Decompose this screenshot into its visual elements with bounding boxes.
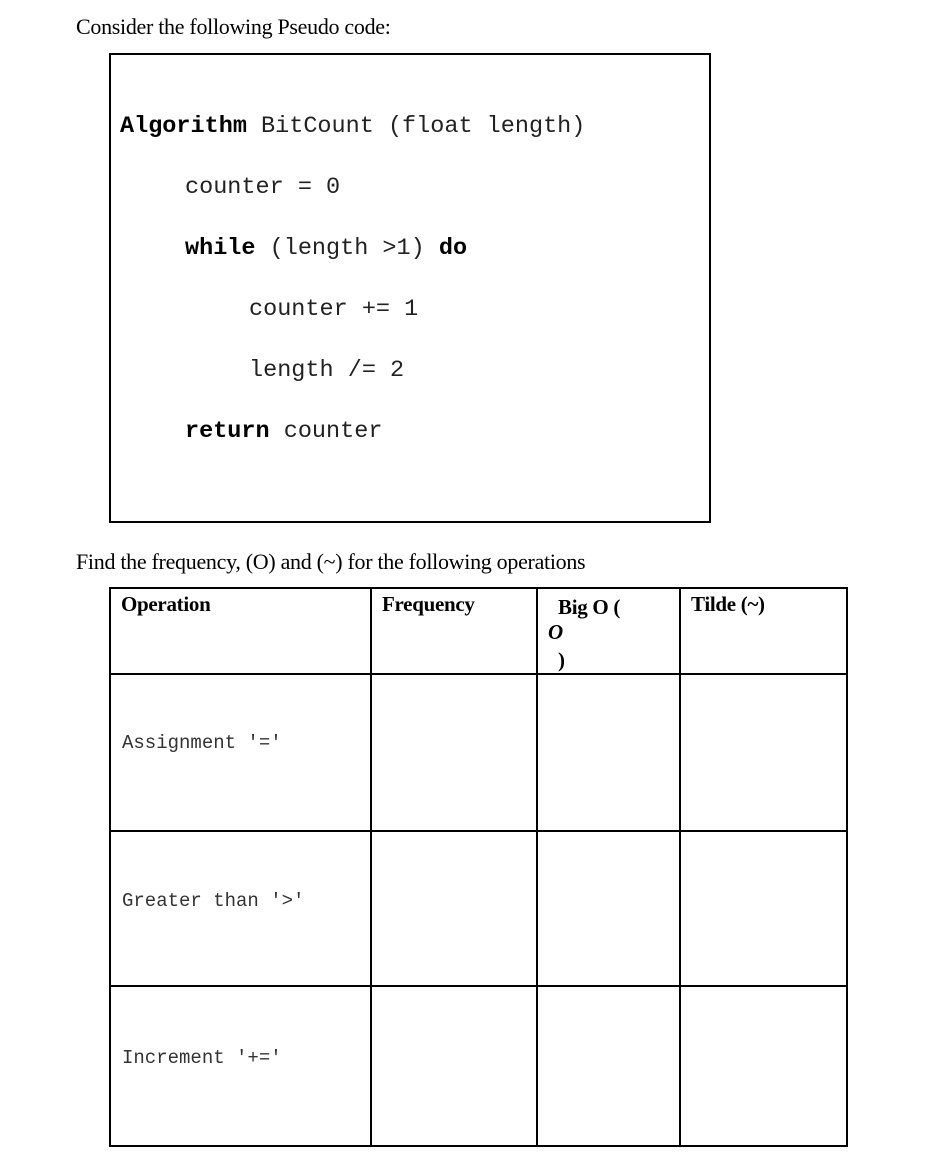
- table-row: Increment '+=': [109, 985, 848, 1147]
- table-row: Greater than '>': [109, 830, 848, 987]
- while-condition: (length >1): [255, 235, 439, 262]
- keyword-return: return: [185, 418, 270, 445]
- header-tilde: Tilde (~): [679, 587, 848, 675]
- operations-table: Operation Frequency Big O (O) Tilde (~) …: [109, 587, 848, 1147]
- big-o-cell[interactable]: [536, 985, 681, 1147]
- code-line-divide: length /= 2: [249, 357, 405, 384]
- tilde-cell[interactable]: [679, 673, 848, 832]
- operation-cell: Assignment '=': [109, 673, 372, 832]
- table-row: Assignment '=': [109, 673, 848, 832]
- intro-text: Consider the following Pseudo code:: [76, 14, 391, 39]
- operation-cell: Increment '+=': [109, 985, 372, 1147]
- operation-cell: Greater than '>': [109, 830, 372, 987]
- code-line-return: return counter: [185, 418, 382, 445]
- frequency-cell[interactable]: [370, 830, 538, 987]
- big-o-cell[interactable]: [536, 830, 681, 987]
- table-header-row: Operation Frequency Big O (O) Tilde (~): [109, 587, 848, 675]
- frequency-cell[interactable]: [370, 673, 538, 832]
- keyword-algorithm: Algorithm: [120, 113, 247, 140]
- code-line-counter-init: counter = 0: [185, 174, 341, 201]
- keyword-do: do: [438, 235, 468, 262]
- signature-text: BitCount (float length): [246, 113, 586, 140]
- pseudo-code-box: Algorithm BitCount (float length) counte…: [109, 53, 711, 523]
- tilde-cell[interactable]: [679, 985, 848, 1147]
- keyword-while: while: [185, 235, 256, 262]
- big-o-cell[interactable]: [536, 673, 681, 832]
- header-big-o: Big O (O): [536, 587, 681, 675]
- header-operation: Operation: [109, 587, 372, 675]
- tilde-cell[interactable]: [679, 830, 848, 987]
- code-line-signature: Algorithm BitCount (float length): [120, 113, 585, 140]
- frequency-cell[interactable]: [370, 985, 538, 1147]
- instruction-text: Find the frequency, (O) and (~) for the …: [76, 549, 586, 574]
- header-frequency: Frequency: [370, 587, 538, 675]
- return-value: counter: [269, 418, 383, 445]
- code-line-while: while (length >1) do: [185, 235, 467, 262]
- code-line-increment: counter += 1: [249, 296, 419, 323]
